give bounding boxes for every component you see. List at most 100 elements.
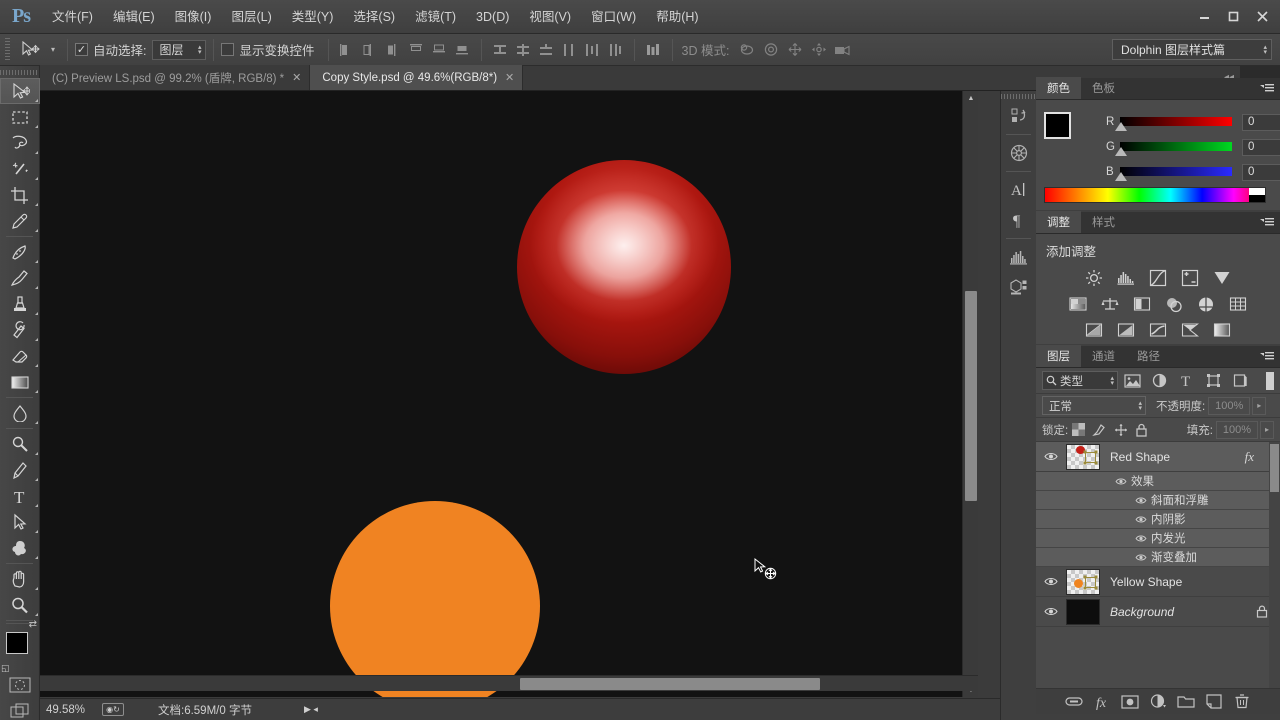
history-panel-icon[interactable] (1001, 101, 1037, 131)
quick-mask-toggle[interactable] (0, 672, 40, 698)
opacity-stepper[interactable]: ▸ (1252, 396, 1267, 415)
menu-layer[interactable]: 图层(L) (221, 0, 281, 34)
zoom-level[interactable]: 49.58% (46, 704, 98, 716)
color-panel-menu-icon[interactable] (1260, 83, 1274, 95)
slider-knob-g[interactable] (1115, 147, 1127, 156)
custom-shape-tool[interactable] (0, 535, 40, 561)
histogram-panel-icon[interactable] (1001, 242, 1037, 272)
eyedropper-tool[interactable] (0, 208, 40, 234)
layer-fx-badge[interactable]: fx (1245, 449, 1254, 465)
3d-roll-icon[interactable] (759, 39, 783, 61)
show-transform-checkbox[interactable] (221, 43, 235, 56)
slider-knob-b[interactable] (1115, 172, 1127, 181)
photo-filter-icon[interactable] (1161, 293, 1187, 315)
3d-pan-icon[interactable] (783, 39, 807, 61)
levels-icon[interactable] (1113, 267, 1139, 289)
distribute-right-edges-icon[interactable] (604, 39, 627, 61)
move-tool[interactable] (0, 78, 40, 104)
layer-row[interactable]: Red Shape fx (1036, 442, 1280, 472)
exposure-icon[interactable] (1177, 267, 1203, 289)
distribute-bottom-edges-icon[interactable] (535, 39, 558, 61)
lock-position-icon[interactable] (1110, 420, 1131, 440)
workspace-dropdown[interactable]: Dolphin 图层样式篇 ▴ ▾ (1112, 39, 1272, 60)
gradient-map-icon[interactable] (1209, 319, 1235, 341)
channel-value-g[interactable]: 0 (1242, 138, 1280, 156)
layer-visibility-toggle[interactable] (1036, 442, 1066, 472)
tab-adjustments[interactable]: 调整 (1036, 211, 1081, 233)
align-right-edges-icon[interactable] (382, 39, 405, 61)
shape-filter-icon[interactable] (1201, 370, 1226, 392)
color-lookup-icon[interactable] (1225, 293, 1251, 315)
layer-effect-row[interactable]: 渐变叠加 (1036, 548, 1280, 567)
invert-icon[interactable] (1081, 319, 1107, 341)
layer-name[interactable]: Red Shape (1110, 450, 1170, 464)
color-panel-foreground-swatch[interactable] (1044, 112, 1071, 139)
mini-bridge-panel-icon[interactable] (1001, 138, 1037, 168)
swap-colors-icon[interactable]: ⇄ (29, 619, 37, 630)
3d-panel-icon[interactable] (1001, 272, 1037, 302)
layer-thumbnail[interactable] (1066, 443, 1100, 470)
layer-thumbnail[interactable] (1066, 568, 1100, 595)
align-top-edges-icon[interactable] (405, 39, 428, 61)
maximize-button[interactable] (1220, 5, 1247, 27)
channel-mixer-icon[interactable] (1193, 293, 1219, 315)
posterize-icon[interactable] (1113, 319, 1139, 341)
menu-select[interactable]: 选择(S) (343, 0, 405, 34)
minimize-button[interactable] (1191, 5, 1218, 27)
slider-g[interactable] (1115, 142, 1232, 156)
add-layer-style-icon[interactable]: fx (1093, 693, 1111, 711)
lock-all-icon[interactable] (1131, 420, 1152, 440)
adjustment-filter-icon[interactable] (1147, 370, 1172, 392)
effect-visibility-toggle[interactable] (1131, 548, 1151, 567)
threshold-icon[interactable] (1145, 319, 1171, 341)
type-tool[interactable]: T (0, 483, 40, 509)
clone-stamp-tool[interactable] (0, 291, 40, 317)
canvas-horizontal-scrollbar[interactable] (40, 675, 978, 691)
zoom-tool[interactable] (0, 592, 40, 618)
crop-tool[interactable] (0, 182, 40, 208)
auto-align-layers-icon[interactable] (642, 39, 665, 61)
hue-saturation-icon[interactable] (1065, 293, 1091, 315)
3d-orbit-icon[interactable] (735, 39, 759, 61)
layer-row[interactable]: Background (1036, 597, 1280, 627)
paragraph-panel-icon[interactable]: ¶ (1001, 205, 1037, 235)
effect-visibility-toggle[interactable] (1131, 510, 1151, 529)
opacity-value[interactable]: 100% (1208, 396, 1251, 415)
brush-tool[interactable] (0, 265, 40, 291)
menu-window[interactable]: 窗口(W) (581, 0, 646, 34)
lasso-tool[interactable] (0, 130, 40, 156)
color-balance-icon[interactable] (1097, 293, 1123, 315)
effect-visibility-toggle[interactable] (1131, 529, 1151, 548)
foreground-color-swatch[interactable] (6, 632, 28, 654)
yellow-shape[interactable] (330, 501, 540, 697)
screen-mode-toggle[interactable] (0, 698, 40, 720)
options-bar-grip[interactable] (2, 37, 12, 62)
layer-effect-row[interactable]: 斜面和浮雕 (1036, 491, 1280, 510)
curves-icon[interactable] (1145, 267, 1171, 289)
filter-enable-toggle[interactable] (1266, 371, 1274, 390)
brightness-contrast-icon[interactable] (1081, 267, 1107, 289)
layer-effect-row[interactable]: 内发光 (1036, 529, 1280, 548)
menu-file[interactable]: 文件(F) (42, 0, 103, 34)
smart-object-filter-icon[interactable] (1228, 370, 1253, 392)
menu-type[interactable]: 类型(Y) (282, 0, 344, 34)
healing-brush-tool[interactable] (0, 239, 40, 265)
lock-image-icon[interactable] (1089, 420, 1110, 440)
layers-scroll-thumb[interactable] (1270, 444, 1279, 492)
tab-swatches[interactable]: 色板 (1081, 77, 1126, 99)
layer-name[interactable]: Yellow Shape (1110, 575, 1182, 589)
new-layer-icon[interactable] (1205, 693, 1223, 711)
slider-b[interactable] (1115, 167, 1232, 181)
eraser-tool[interactable] (0, 343, 40, 369)
link-layers-icon[interactable] (1065, 693, 1083, 711)
document-preview-icon[interactable]: ◉↻ (102, 703, 124, 716)
menu-filter[interactable]: 滤镜(T) (405, 0, 466, 34)
gradient-tool[interactable] (0, 369, 40, 395)
status-expand-arrow-icon[interactable]: ▶ ◂ (304, 704, 318, 715)
pixel-filter-icon[interactable] (1120, 370, 1145, 392)
channel-value-b[interactable]: 0 (1242, 163, 1280, 181)
layer-list[interactable]: Red Shape fx 效果 斜面和浮雕 内阴影 内发光 渐变叠加 Yellow Shape… (1036, 442, 1280, 688)
slider-r[interactable] (1115, 117, 1232, 131)
path-selection-tool[interactable] (0, 509, 40, 535)
distribute-horizontal-centers-icon[interactable] (581, 39, 604, 61)
